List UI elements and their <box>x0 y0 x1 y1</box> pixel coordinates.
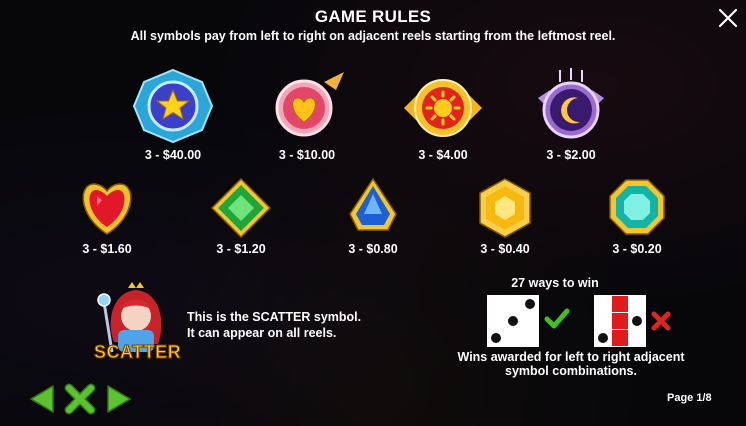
symbol-blue-drop-gem: 3 - $0.80 <box>328 178 418 256</box>
grid-cell <box>595 330 611 346</box>
payout-label: 3 - $2.00 <box>546 148 596 162</box>
page-indicator: Page 1/8 <box>667 392 712 404</box>
ways-grid-invalid <box>594 295 646 347</box>
ways-note-line-2: symbol combinations. <box>505 364 637 378</box>
grid-cell <box>522 296 538 312</box>
grid-cell <box>629 330 645 346</box>
grid-cell <box>488 313 504 329</box>
grid-cell <box>505 313 521 329</box>
moon-badge-icon <box>538 68 604 139</box>
arrow-right-icon <box>107 385 131 413</box>
grid-cell <box>488 330 504 346</box>
symbol-red-heart-gem: 3 - $1.60 <box>62 178 152 256</box>
symbol-dot <box>491 333 501 343</box>
symbol-heart-badge: 3 - $10.00 <box>262 68 352 162</box>
scatter-line-2: It can appear on all reels. <box>187 326 337 340</box>
rules-subtitle: All symbols pay from left to right on ad… <box>130 29 616 43</box>
red-heart-gem-icon <box>82 183 132 235</box>
prev-page-button[interactable] <box>28 383 56 420</box>
symbol-moon-badge: 3 - $2.00 <box>526 68 616 162</box>
payout-label: 3 - $40.00 <box>144 148 202 162</box>
grid-cell <box>522 313 538 329</box>
symbol-dot <box>525 299 535 309</box>
close-icon <box>718 8 738 28</box>
symbol-sun-badge: 3 - $4.00 <box>398 68 488 162</box>
grid-cell <box>629 296 645 312</box>
ways-grid-valid <box>487 295 539 347</box>
payout-label: 3 - $0.40 <box>480 242 530 256</box>
scatter-line-1: This is the SCATTER symbol. <box>187 310 362 324</box>
teal-octagon-gem-icon <box>609 179 665 235</box>
arrow-left-icon <box>30 385 54 413</box>
symbol-yellow-hexagon-gem: 3 - $0.40 <box>460 178 550 256</box>
next-page-button[interactable] <box>105 383 133 420</box>
cross-icon <box>651 311 671 331</box>
payout-label: 3 - $0.20 <box>612 242 662 256</box>
blue-drop-gem-icon <box>349 178 397 231</box>
symbol-teal-octagon-gem: 3 - $0.20 <box>592 178 682 256</box>
ways-title: 27 ways to win <box>511 276 599 290</box>
grid-cell <box>505 330 521 346</box>
ways-note: Wins awarded for left to right adjacent … <box>440 350 702 378</box>
grid-cell <box>595 296 611 312</box>
payout-label: 3 - $1.20 <box>216 242 266 256</box>
payout-label: 3 - $1.60 <box>82 242 132 256</box>
page-title: GAME RULES <box>314 7 432 26</box>
grid-cell <box>488 296 504 312</box>
heart-badge-icon <box>275 72 344 137</box>
sun-badge-icon <box>404 79 482 137</box>
symbol-star: 3 - $40.00 <box>128 68 218 162</box>
symbol-green-diamond-gem: 3 - $1.20 <box>196 178 286 256</box>
yellow-hexagon-gem-icon <box>479 178 531 238</box>
grid-cell <box>629 313 645 329</box>
grid-cell-blocked <box>612 330 628 346</box>
grid-cell <box>505 296 521 312</box>
green-cross-icon <box>64 383 96 415</box>
grid-cell <box>522 330 538 346</box>
grid-cell-blocked <box>612 313 628 329</box>
scatter-description: This is the SCATTER symbol. It can appea… <box>187 309 361 341</box>
grid-cell-blocked <box>612 296 628 312</box>
scatter-symbol: SCATTER <box>84 282 182 366</box>
symbol-dot <box>508 316 518 326</box>
star-gem-icon <box>132 68 214 144</box>
green-diamond-gem-icon <box>210 178 272 238</box>
close-rules-button[interactable] <box>63 383 97 420</box>
symbol-dot <box>598 333 608 343</box>
payout-label: 3 - $0.80 <box>348 242 398 256</box>
check-icon <box>544 308 570 329</box>
scatter-label: SCATTER <box>94 342 182 363</box>
ways-note-line-1: Wins awarded for left to right adjacent <box>457 350 685 364</box>
close-button[interactable] <box>716 6 740 30</box>
payout-label: 3 - $4.00 <box>418 148 468 162</box>
payout-label: 3 - $10.00 <box>278 148 336 162</box>
symbol-dot <box>632 316 642 326</box>
grid-cell <box>595 313 611 329</box>
